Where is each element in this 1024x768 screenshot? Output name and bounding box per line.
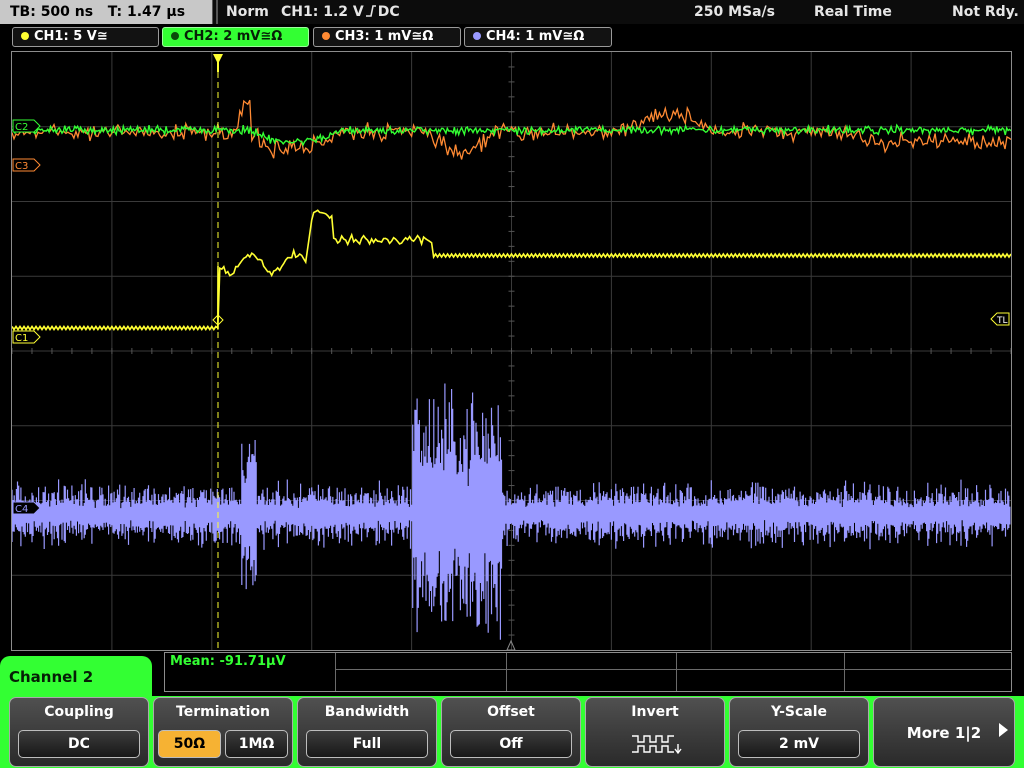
more-softkey[interactable]: More 1|2	[873, 697, 1015, 767]
ch1-ground-marker-label: C1	[15, 333, 28, 344]
y-scale-softkey[interactable]: Y-Scale 2 mV	[729, 697, 869, 767]
ch1-ground-marker: C1	[12, 330, 41, 344]
coupling-title: Coupling	[44, 704, 114, 720]
ch1-indicator-icon	[21, 32, 29, 40]
ch3-ground-marker: C3	[12, 158, 41, 172]
bandwidth-title: Bandwidth	[324, 704, 410, 720]
status-bar: TB: 500 ns T: 1.47 µs Norm CH1: 1.2 V DC …	[0, 0, 1024, 24]
timebase-value: TB: 500 ns	[10, 4, 94, 20]
ch2-ground-marker-label: C2	[15, 122, 28, 133]
trigger-time-value: T: 1.47 µs	[107, 4, 186, 20]
invert-title: Invert	[631, 704, 679, 720]
ch1-label: CH1: 5 V≅	[34, 29, 108, 44]
channel-tab-ch2[interactable]: CH2: 2 mV≅Ω	[162, 27, 309, 47]
ch2-indicator-icon	[171, 32, 179, 40]
termination-1-megohm-option[interactable]: 1MΩ	[225, 730, 288, 758]
waveform-display[interactable]: C3 C1 C4 C2 TL	[11, 51, 1012, 651]
timebase-box[interactable]: TB: 500 ns T: 1.47 µs	[0, 0, 213, 24]
measurement-divider	[335, 669, 1011, 670]
trigger-mode[interactable]: Norm	[226, 0, 269, 24]
measurement-divider	[335, 653, 336, 691]
menu-title-channel-2: Channel 2	[0, 656, 152, 698]
trigger-coupling-text: DC	[377, 4, 400, 20]
ch4-ground-marker-label: C4	[15, 504, 28, 515]
ch4-waveform	[12, 383, 1011, 640]
ch2-label: CH2: 2 mV≅Ω	[184, 29, 283, 44]
status-divider	[216, 0, 218, 24]
offset-value[interactable]: Off	[450, 730, 572, 758]
termination-50-ohm-option[interactable]: 50Ω	[158, 730, 221, 758]
channel-tab-ch3[interactable]: CH3: 1 mV≅Ω	[313, 27, 461, 47]
y-scale-title: Y-Scale	[770, 704, 827, 720]
more-title: More 1|2	[906, 724, 982, 742]
measurement-divider	[844, 653, 845, 691]
channel-tab-ch1[interactable]: CH1: 5 V≅	[12, 27, 159, 47]
offset-title: Offset	[487, 704, 535, 720]
y-scale-value[interactable]: 2 mV	[738, 730, 860, 758]
next-page-arrow-icon	[999, 723, 1008, 737]
channel-tab-ch4[interactable]: CH4: 1 mV≅Ω	[464, 27, 612, 47]
ch4-label: CH4: 1 mV≅Ω	[486, 29, 585, 44]
mean-measurement: Mean: -91.71µV	[170, 654, 286, 669]
measurement-bar[interactable]: Mean: -91.71µV	[164, 652, 1012, 692]
coupling-value[interactable]: DC	[18, 730, 140, 758]
bandwidth-value[interactable]: Full	[306, 730, 428, 758]
trigger-level-label: TL	[996, 316, 1008, 326]
bandwidth-softkey[interactable]: Bandwidth Full	[297, 697, 437, 767]
rising-edge-icon	[365, 5, 376, 17]
invert-square-wave-icon	[632, 735, 682, 755]
ch3-indicator-icon	[322, 32, 330, 40]
sample-rate: 250 MSa/s	[694, 4, 776, 20]
measurement-divider	[506, 653, 507, 691]
offset-softkey[interactable]: Offset Off	[441, 697, 581, 767]
ch2-ground-marker: C2	[12, 119, 41, 133]
trigger-setting-text: CH1: 1.2 V	[281, 4, 364, 20]
invert-softkey[interactable]: Invert	[585, 697, 725, 767]
ch3-label: CH3: 1 mV≅Ω	[335, 29, 434, 44]
trigger-level-marker: TL	[990, 312, 1010, 326]
trigger-source-level[interactable]: CH1: 1.2 V DC	[281, 0, 400, 24]
ch3-ground-marker-label: C3	[15, 161, 28, 172]
coupling-softkey[interactable]: Coupling DC	[9, 697, 149, 767]
termination-softkey[interactable]: Termination 50Ω 1MΩ	[153, 697, 293, 767]
ch4-indicator-icon	[473, 32, 481, 40]
termination-title: Termination	[176, 704, 270, 720]
acquisition-mode[interactable]: Real Time	[814, 0, 892, 24]
acquisition-status: Not Rdy.	[952, 4, 1019, 20]
waveform-canvas: C3 C1 C4 C2 TL	[12, 52, 1011, 650]
measurement-divider	[676, 653, 677, 691]
